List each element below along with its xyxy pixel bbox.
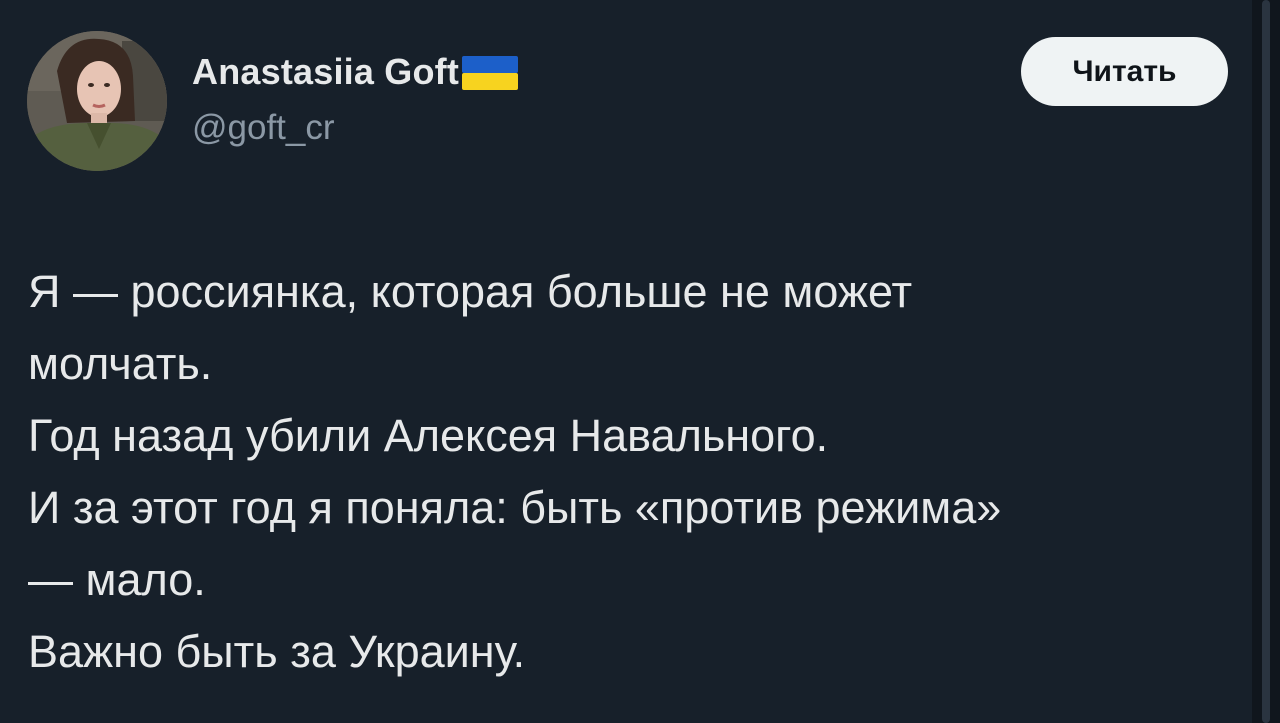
follow-button[interactable]: Читать — [1021, 37, 1228, 106]
profile-photo-icon[interactable] — [27, 31, 167, 171]
tweet-text-line: Я — россиянка, которая больше не может — [28, 266, 913, 317]
tweet-card: Anastasiia Goft @goft_cr Читать Я — росс… — [0, 0, 1280, 723]
scrollbar-thumb[interactable] — [1262, 0, 1270, 723]
tweet-text: Я — россиянка, которая больше не может м… — [28, 256, 1228, 688]
tweet-text-line: — мало. — [28, 554, 206, 605]
author-display-name[interactable]: Anastasiia Goft — [192, 51, 459, 93]
author-name-row[interactable]: Anastasiia Goft — [192, 50, 519, 94]
tweet-text-line: И за этот год я поняла: быть «против реж… — [28, 482, 1002, 533]
tweet-text-line: Важно быть за Украину. — [28, 626, 526, 677]
ukraine-flag-icon — [462, 56, 519, 90]
tweet-text-line: молчать. — [28, 338, 213, 389]
author-handle[interactable]: @goft_cr — [192, 108, 335, 148]
tweet-text-line: Год назад убили Алексея Навального. — [28, 410, 829, 461]
scrollbar[interactable] — [1252, 0, 1280, 723]
